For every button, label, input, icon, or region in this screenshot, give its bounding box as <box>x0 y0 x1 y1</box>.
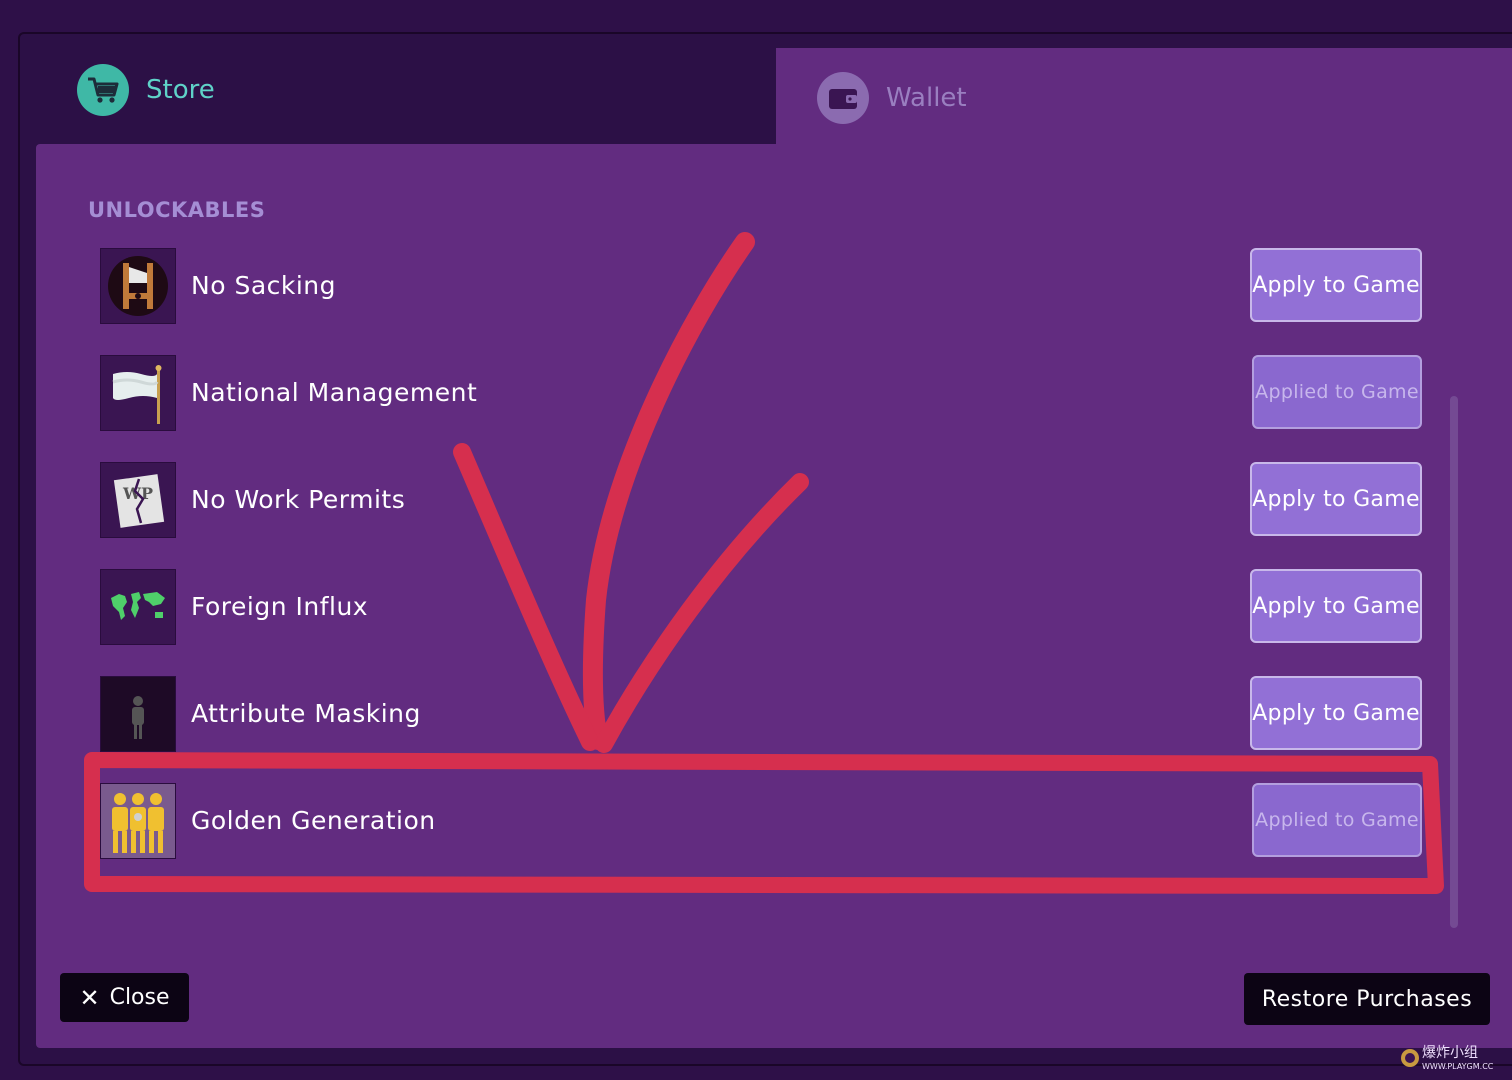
applied-to-game-button[interactable]: Applied to Game <box>1252 355 1422 429</box>
list-scrollbar[interactable] <box>1450 396 1458 928</box>
item-label: Golden Generation <box>191 806 436 835</box>
section-title: UNLOCKABLES <box>88 198 266 222</box>
item-label: Attribute Masking <box>191 699 421 728</box>
list-item-attribute-masking: Attribute Masking Apply to Game <box>100 676 1422 752</box>
apply-to-game-button[interactable]: Apply to Game <box>1250 569 1422 643</box>
item-label: No Sacking <box>191 271 337 300</box>
item-label: National Management <box>191 378 478 407</box>
close-icon: ✕ <box>79 983 100 1012</box>
silhouette-person-icon <box>100 676 176 752</box>
apply-to-game-button[interactable]: Apply to Game <box>1250 248 1422 322</box>
watermark-text: 爆炸小组 <box>1422 1045 1478 1061</box>
close-button[interactable]: ✕ Close <box>60 973 189 1022</box>
apply-to-game-button[interactable]: Apply to Game <box>1250 462 1422 536</box>
item-label: No Work Permits <box>191 485 406 514</box>
tab-store[interactable]: Store <box>20 34 776 146</box>
list-item-golden-generation: Golden Generation Applied to Game <box>100 783 1422 859</box>
close-label: Close <box>109 985 170 1010</box>
golden-players-icon <box>100 783 176 859</box>
guillotine-icon <box>100 248 176 324</box>
tab-wallet[interactable]: Wallet <box>776 48 1512 148</box>
tab-store-label: Store <box>146 75 215 105</box>
list-item-national-management: National Management Applied to Game <box>100 355 1422 431</box>
shopping-cart-icon <box>77 64 129 116</box>
restore-purchases-button[interactable]: Restore Purchases <box>1244 973 1490 1025</box>
apply-to-game-button[interactable]: Apply to Game <box>1250 676 1422 750</box>
torn-work-permit-icon: WP <box>100 462 176 538</box>
list-item-no-sacking: No Sacking Apply to Game <box>100 248 1422 324</box>
watermark-url: WWW.PLAYGM.CC <box>1422 1062 1494 1071</box>
wallet-icon <box>817 72 869 124</box>
list-item-no-work-permits: WP No Work Permits Apply to Game <box>100 462 1422 538</box>
white-flag-icon <box>100 355 176 431</box>
world-map-icon <box>100 569 176 645</box>
tab-wallet-label: Wallet <box>886 83 967 113</box>
applied-to-game-button[interactable]: Applied to Game <box>1252 783 1422 857</box>
item-label: Foreign Influx <box>191 592 369 621</box>
list-item-foreign-influx: Foreign Influx Apply to Game <box>100 569 1422 645</box>
